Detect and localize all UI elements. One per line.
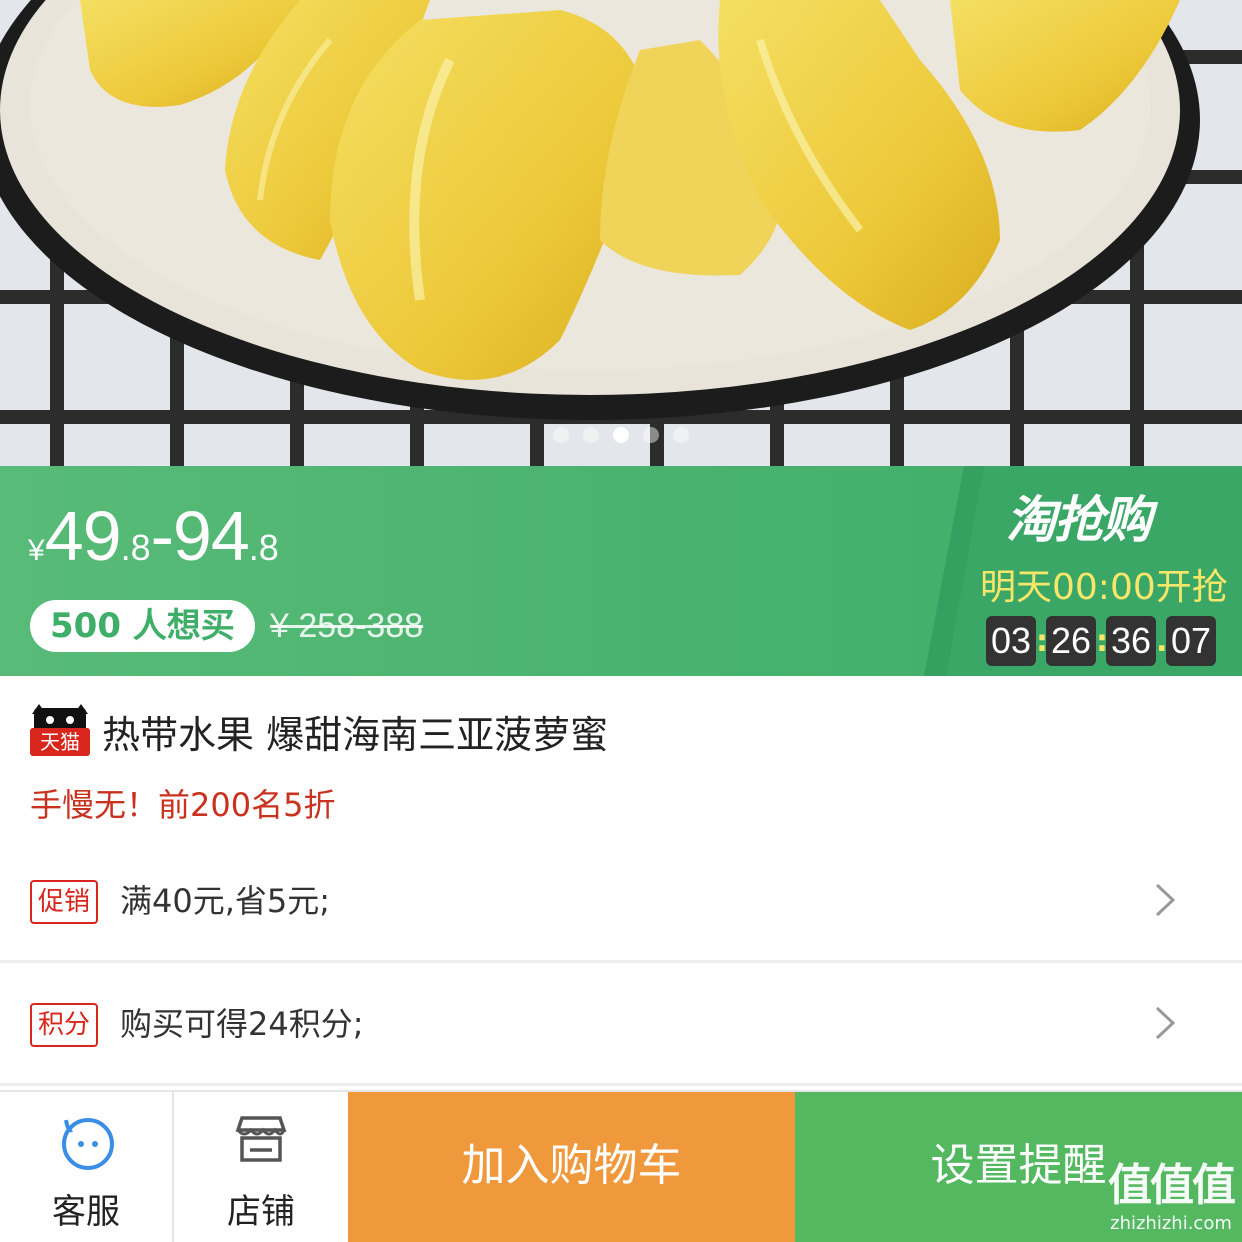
tmall-cat-icon: 天猫 bbox=[30, 703, 90, 756]
currency-symbol: ¥ bbox=[28, 534, 45, 567]
price-high-decimal: .8 bbox=[248, 527, 279, 568]
chevron-right-icon bbox=[1155, 883, 1176, 917]
taoqianggou-logo: 淘抢购 bbox=[1006, 491, 1152, 549]
points-text: 购买可得24积分; bbox=[120, 1005, 364, 1043]
countdown-separator: . bbox=[1156, 623, 1168, 659]
points-row[interactable]: 积分 购买可得24积分; bbox=[0, 963, 1242, 1086]
carousel-dot-active[interactable] bbox=[613, 427, 629, 443]
countdown-minutes: 26 bbox=[1046, 616, 1096, 666]
watermark-logo-text: 值值值 bbox=[1108, 1160, 1236, 1211]
product-title-row: 天猫 热带水果 爆甜海南三亚菠萝蜜 bbox=[30, 703, 609, 759]
carousel-dot[interactable] bbox=[553, 427, 569, 443]
points-tag: 积分 bbox=[30, 1003, 99, 1047]
customer-service-label: 客服 bbox=[52, 1192, 120, 1232]
want-count-badge: 500 人想买 bbox=[30, 600, 255, 652]
tmall-badge-label: 天猫 bbox=[30, 727, 90, 756]
original-price: ¥ 258-388 bbox=[270, 607, 424, 645]
flash-sale-panel: 淘抢购 明天00:00开抢 03 : 26 : 36 . 07 bbox=[924, 466, 1242, 676]
set-reminder-label: 设置提醒 bbox=[930, 1140, 1107, 1191]
price-low-integer: 49 bbox=[44, 497, 122, 575]
watermark-url: zhizhizhi.com bbox=[1110, 1213, 1232, 1234]
price-high-integer: 94 bbox=[172, 497, 250, 575]
promotion-text: 满40元,省5元; bbox=[120, 882, 331, 920]
price-low-decimal: .8 bbox=[120, 527, 151, 568]
countdown-separator: : bbox=[1036, 623, 1048, 659]
price-range: ¥49.8-94.8 bbox=[28, 496, 279, 576]
customer-service-button[interactable]: 客服 bbox=[0, 1092, 172, 1242]
product-subtitle: 手慢无！前200名5折 bbox=[30, 786, 336, 824]
jackfruit-photo bbox=[0, 0, 1242, 466]
carousel-dot[interactable] bbox=[583, 427, 599, 443]
countdown-timer: 03 : 26 : 36 . 07 bbox=[986, 616, 1216, 666]
countdown-hours: 03 bbox=[986, 616, 1036, 666]
site-watermark: 值值值 zhizhizhi.com bbox=[1108, 1149, 1236, 1234]
carousel-dot[interactable] bbox=[673, 427, 689, 443]
countdown-seconds: 36 bbox=[1106, 616, 1156, 666]
chevron-right-icon bbox=[1155, 1006, 1176, 1040]
countdown-hundredths: 07 bbox=[1166, 616, 1216, 666]
product-title: 热带水果 爆甜海南三亚菠萝蜜 bbox=[102, 713, 609, 757]
shop-label: 店铺 bbox=[227, 1192, 295, 1232]
chat-bubble-icon bbox=[62, 1118, 114, 1170]
price-dash: - bbox=[150, 497, 174, 575]
bottom-action-bar: 客服 店铺 加入购物车 设置提醒 值值值 zhizhizhi.com bbox=[0, 1090, 1242, 1242]
shop-button[interactable]: 店铺 bbox=[174, 1092, 348, 1242]
product-image-carousel[interactable] bbox=[0, 0, 1242, 466]
store-icon bbox=[235, 1116, 287, 1162]
sale-start-time: 明天00:00开抢 bbox=[980, 567, 1228, 608]
promotion-tag: 促销 bbox=[30, 880, 99, 924]
carousel-dots[interactable] bbox=[0, 427, 1242, 443]
add-to-cart-button[interactable]: 加入购物车 bbox=[348, 1092, 795, 1242]
countdown-separator: : bbox=[1096, 623, 1108, 659]
promotion-row[interactable]: 促销 满40元,省5元; bbox=[0, 840, 1242, 963]
price-banner: ¥49.8-94.8 500 人想买 ¥ 258-388 淘抢购 明天00:00… bbox=[0, 466, 1242, 676]
carousel-dot[interactable] bbox=[643, 427, 659, 443]
